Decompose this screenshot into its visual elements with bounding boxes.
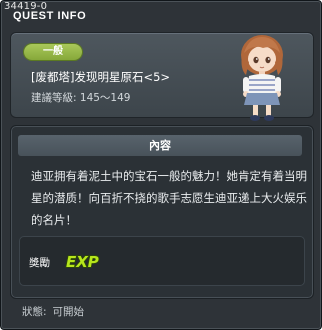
- exp-reward-text: EXP: [66, 253, 99, 271]
- quest-description: 迪亚拥有着泥土中的宝石一般的魅力！她肯定有着当明星的潜质！向百折不挠的歌手志愿生…: [31, 169, 307, 227]
- status-label: 狀態:: [22, 306, 47, 318]
- level-range: 145～149: [79, 92, 131, 104]
- exp-reward-icon[interactable]: EXP: [65, 250, 101, 272]
- quest-info-window: 34419-0 QUEST INFO 一般 [废都塔]发现明星原石<5> 建議等…: [0, 0, 322, 330]
- content-header: 內容: [18, 135, 302, 156]
- level-label: 建議等級:: [31, 92, 77, 104]
- npc-portrait-icon: [241, 35, 283, 121]
- reward-box: [19, 236, 305, 286]
- quest-category-badge: 一般: [24, 44, 82, 60]
- recommended-level: 建議等級: 145～149: [31, 90, 130, 105]
- reward-label: 獎勵: [29, 257, 50, 269]
- quest-status: 狀態: 可開始: [22, 304, 84, 319]
- window-title: QUEST INFO: [13, 10, 87, 22]
- quest-name: [废都塔]发现明星原石<5>: [31, 70, 171, 84]
- status-value: 可開始: [52, 306, 85, 318]
